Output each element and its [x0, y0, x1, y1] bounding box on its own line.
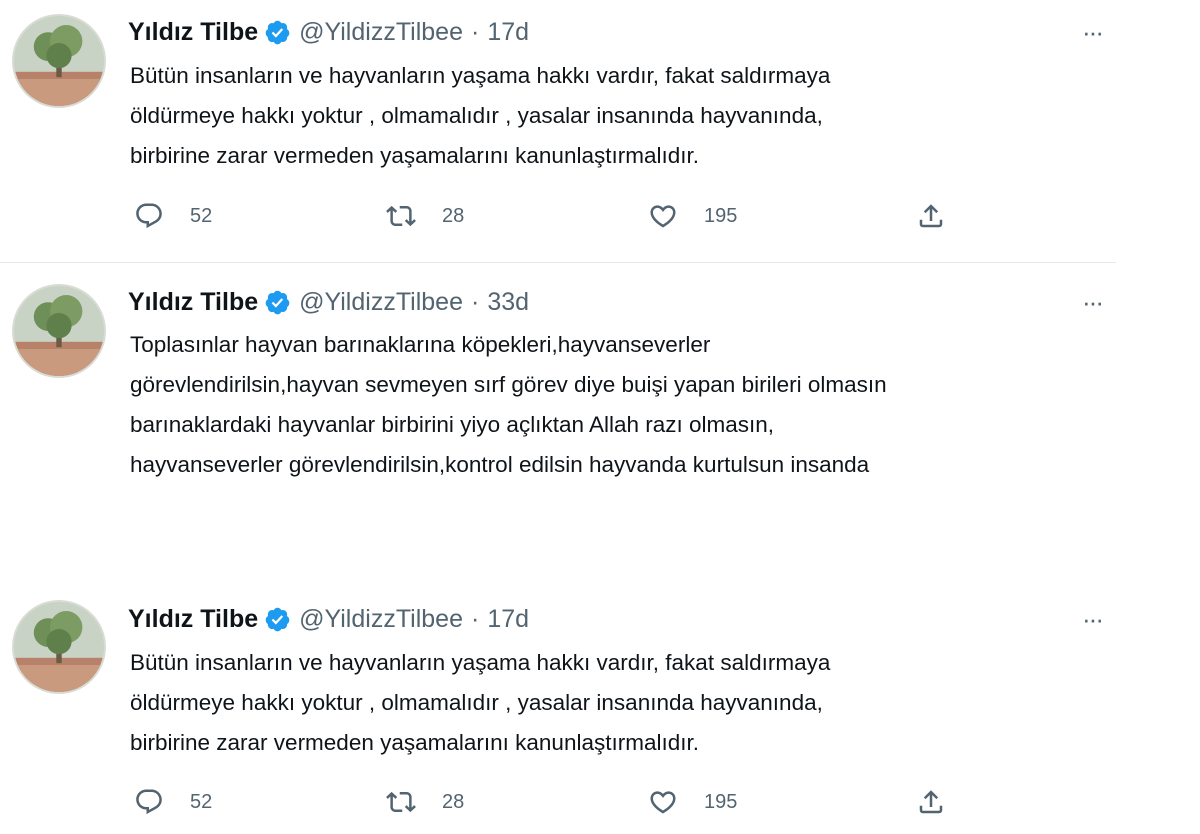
tweet-text-line: birbirine zarar vermeden yaşamalarını ka…: [130, 730, 699, 755]
timestamp[interactable]: 17d: [487, 18, 529, 47]
tweet-text-line: görevlendirilsin,hayvan sevmeyen sırf gö…: [130, 372, 887, 397]
reply-icon: [136, 789, 162, 815]
reply-button[interactable]: 52: [134, 196, 212, 236]
tweet-text-line: barınaklardaki hayvanlar birbirini yiyo …: [130, 412, 775, 437]
verified-badge-icon: [265, 290, 290, 314]
tweet-actions: 52 28 195: [130, 782, 970, 822]
author-name[interactable]: Yıldız Tilbe: [128, 605, 258, 634]
reply-button[interactable]: 52: [134, 782, 212, 822]
heart-icon: [650, 205, 676, 228]
retweet-count: 28: [442, 790, 465, 813]
retweet-button[interactable]: 28: [386, 782, 464, 822]
share-icon: [919, 790, 943, 814]
verified-badge-icon: [265, 20, 290, 44]
retweet-icon: [386, 205, 416, 227]
reply-icon: [136, 203, 162, 229]
share-button[interactable]: [916, 782, 946, 822]
author-handle[interactable]: @YildizzTilbee: [299, 288, 463, 317]
author-handle[interactable]: @YildizzTilbee: [299, 605, 463, 634]
timestamp[interactable]: 33d: [487, 288, 529, 317]
tweet-actions: 52 28 195: [130, 196, 970, 236]
tweet-text-line: Bütün insanların ve hayvanların yaşama h…: [130, 63, 831, 88]
retweet-icon: [386, 791, 416, 813]
tweet-text: Bütün insanların ve hayvanların yaşama h…: [130, 56, 1120, 176]
author-handle[interactable]: @YildizzTilbee: [299, 18, 463, 47]
retweet-button[interactable]: 28: [386, 196, 464, 236]
tweet-text-line: Toplasınlar hayvan barınaklarına köpekle…: [130, 332, 711, 357]
tweet-text: Bütün insanların ve hayvanların yaşama h…: [130, 643, 1120, 763]
share-button[interactable]: [916, 196, 946, 236]
tweet-header: Yıldız Tilbe @YildizzTilbee · 17d: [128, 601, 529, 637]
retweet-count: 28: [442, 204, 465, 227]
separator-dot: ·: [470, 17, 480, 46]
reply-count: 52: [190, 204, 213, 227]
like-count: 195: [704, 204, 738, 227]
share-icon: [919, 204, 943, 228]
tweet-divider: [0, 262, 1116, 263]
avatar[interactable]: [12, 14, 106, 108]
avatar[interactable]: [12, 284, 106, 378]
tweet-text: Toplasınlar hayvan barınaklarına köpekle…: [130, 325, 1120, 485]
author-name[interactable]: Yıldız Tilbe: [128, 288, 258, 317]
tweet-text-line: Bütün insanların ve hayvanların yaşama h…: [130, 650, 831, 675]
tweet-text-line: öldürmeye hakkı yoktur , olmamalıdır , y…: [130, 690, 823, 715]
heart-icon: [650, 791, 676, 814]
timestamp[interactable]: 17d: [487, 605, 529, 634]
like-button[interactable]: 195: [648, 782, 737, 822]
like-count: 195: [704, 790, 738, 813]
tweet-text-line: hayvanseverler görevlendirilsin,kontrol …: [130, 452, 870, 477]
like-button[interactable]: 195: [648, 196, 737, 236]
separator-dot: ·: [470, 287, 480, 316]
author-name[interactable]: Yıldız Tilbe: [128, 18, 258, 47]
tweet-header: Yıldız Tilbe @YildizzTilbee · 33d: [128, 284, 529, 320]
more-options-icon[interactable]: ···: [1072, 284, 1112, 320]
separator-dot: ·: [470, 604, 480, 633]
reply-count: 52: [190, 790, 213, 813]
avatar-image: [14, 16, 104, 106]
tweet-text-line: birbirine zarar vermeden yaşamalarını ka…: [130, 143, 699, 168]
avatar-image: [14, 286, 104, 376]
tweet-header: Yıldız Tilbe @YildizzTilbee · 17d: [128, 14, 529, 50]
avatar-image: [14, 602, 104, 692]
tweet-text-line: öldürmeye hakkı yoktur , olmamalıdır , y…: [130, 103, 823, 128]
verified-badge-icon: [265, 607, 290, 631]
avatar[interactable]: [12, 600, 106, 694]
more-options-icon[interactable]: ···: [1072, 14, 1112, 50]
more-options-icon[interactable]: ···: [1072, 601, 1112, 637]
